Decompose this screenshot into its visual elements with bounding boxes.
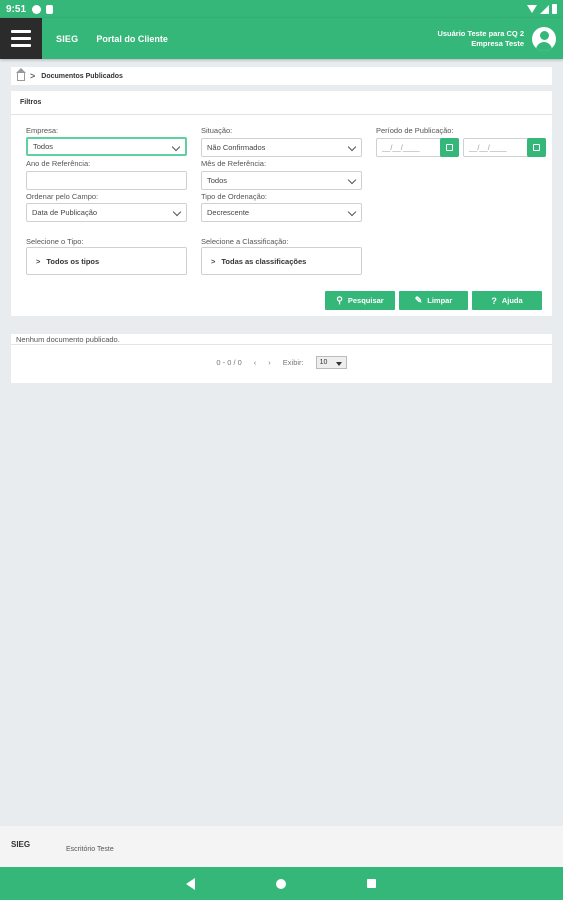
ano-input[interactable] xyxy=(26,171,187,190)
ordenar-select[interactable]: Data de Publicação xyxy=(26,203,187,222)
periodo-label: Período de Publicação: xyxy=(376,126,454,135)
search-button[interactable]: ⚲ Pesquisar xyxy=(325,291,395,310)
tipo-value: Todos os tipos xyxy=(46,256,100,266)
footer: SIEG Escritório Teste xyxy=(0,826,563,867)
tipo-label: Selecione o Tipo: xyxy=(26,237,84,246)
user-info[interactable]: Usuário Teste para CQ 2 Empresa Teste xyxy=(437,29,524,49)
classificacao-label: Selecione a Classificação: xyxy=(201,237,289,246)
tipo-ordenacao-select[interactable]: Decrescente xyxy=(201,203,362,222)
chevron-down-icon xyxy=(347,175,357,185)
system-navigation-bar xyxy=(0,867,563,900)
ano-label: Ano de Referência: xyxy=(26,159,91,168)
tipo-ordenacao-value: Decrescente xyxy=(207,208,250,217)
filters-title: Filtros xyxy=(11,91,552,115)
mes-value: Todos xyxy=(207,176,228,185)
empresa-value: Todos xyxy=(33,142,54,151)
eraser-icon: ✎ xyxy=(414,295,423,305)
status-right xyxy=(527,4,557,14)
page-range: 0 - 0 / 0 xyxy=(216,358,242,367)
situacao-value: Não Confirmados xyxy=(207,143,266,152)
hamburger-menu-button[interactable] xyxy=(0,18,42,59)
sim-icon xyxy=(46,4,54,14)
chevron-right-icon: > xyxy=(36,256,41,266)
calendar-icon[interactable] xyxy=(440,138,459,157)
situacao-select[interactable]: Não Confirmados xyxy=(201,138,362,157)
app-header: SIEG Portal do Cliente Usuário Teste par… xyxy=(0,18,563,59)
question-icon: ? xyxy=(491,295,497,306)
home-button-icon[interactable] xyxy=(276,879,286,889)
avatar-body xyxy=(536,41,552,51)
avatar-head xyxy=(539,30,549,40)
footer-logo: SIEG xyxy=(11,840,31,849)
tipo-ordenacao-label: Tipo de Ordenação: xyxy=(201,192,268,201)
periodo-end-field[interactable]: __/__/____ xyxy=(463,138,546,157)
chevron-down-icon xyxy=(171,142,181,152)
periodo-start-field[interactable]: __/__/____ xyxy=(376,138,459,157)
show-label: Exibir: xyxy=(282,358,304,367)
search-button-label: Pesquisar xyxy=(347,296,384,305)
user-name: Usuário Teste para CQ 2 xyxy=(437,28,524,38)
battery-icon xyxy=(552,4,557,14)
breadcrumb-current: Documentos Publicados xyxy=(41,72,123,80)
brand-logo: SIEG xyxy=(56,33,79,44)
company-name: Empresa Teste xyxy=(471,38,524,48)
results-panel: Nenhum documento publicado. 0 - 0 / 0 ‹ … xyxy=(11,334,552,383)
chevron-right-icon: > xyxy=(211,256,216,266)
filters-panel: Filtros Empresa: Todos Situação: Não Con… xyxy=(11,91,552,316)
situacao-label: Situação: xyxy=(201,126,233,135)
page-size-value: 10 xyxy=(319,359,328,366)
periodo-end-placeholder: __/__/____ xyxy=(469,143,507,152)
search-icon: ⚲ xyxy=(336,295,343,305)
classificacao-selector[interactable]: > Todas as classificações xyxy=(201,247,362,275)
clear-button[interactable]: ✎ Limpar xyxy=(399,291,468,310)
mes-label: Mês de Referência: xyxy=(201,159,267,168)
status-bar: 9:51 xyxy=(0,0,563,18)
mes-select[interactable]: Todos xyxy=(201,171,362,190)
menu-bar xyxy=(11,44,31,47)
wifi-icon xyxy=(527,5,537,13)
home-icon[interactable] xyxy=(16,68,26,81)
classificacao-value: Todas as classificações xyxy=(221,256,307,266)
menu-bar xyxy=(11,37,31,40)
chevron-down-icon xyxy=(347,142,357,152)
recent-apps-icon[interactable] xyxy=(367,879,376,888)
menu-bar xyxy=(11,30,31,33)
help-button-label: Ajuda xyxy=(501,296,523,305)
back-icon[interactable] xyxy=(186,878,195,890)
ordenar-value: Data de Publicação xyxy=(32,208,98,217)
empty-message: Nenhum documento publicado. xyxy=(11,334,552,345)
chevron-right-icon: > xyxy=(30,71,36,81)
breadcrumb: > Documentos Publicados xyxy=(11,67,552,85)
clear-button-label: Limpar xyxy=(427,296,453,305)
page-size-select[interactable]: 10 xyxy=(315,356,347,369)
ordenar-label: Ordenar pelo Campo: xyxy=(26,192,99,201)
periodo-start-placeholder: __/__/____ xyxy=(382,143,420,152)
empresa-select[interactable]: Todos xyxy=(26,137,187,156)
tipo-selector[interactable]: > Todos os tipos xyxy=(26,247,187,275)
prev-page-icon[interactable]: ‹ xyxy=(254,358,257,367)
help-button[interactable]: ? Ajuda xyxy=(472,291,542,310)
portal-title: Portal do Cliente xyxy=(96,33,168,44)
pagination: 0 - 0 / 0 ‹ › Exibir: 10 xyxy=(11,356,552,369)
signal-icon xyxy=(540,4,549,14)
calendar-icon[interactable] xyxy=(527,138,546,157)
chevron-down-icon xyxy=(347,207,357,217)
notification-icon xyxy=(32,4,42,14)
next-page-icon[interactable]: › xyxy=(268,358,271,367)
office-name: Escritório Teste xyxy=(66,846,114,853)
status-time: 9:51 xyxy=(6,3,27,15)
chevron-down-icon xyxy=(172,207,182,217)
user-avatar-icon[interactable] xyxy=(532,26,556,51)
empresa-label: Empresa: xyxy=(26,126,59,135)
